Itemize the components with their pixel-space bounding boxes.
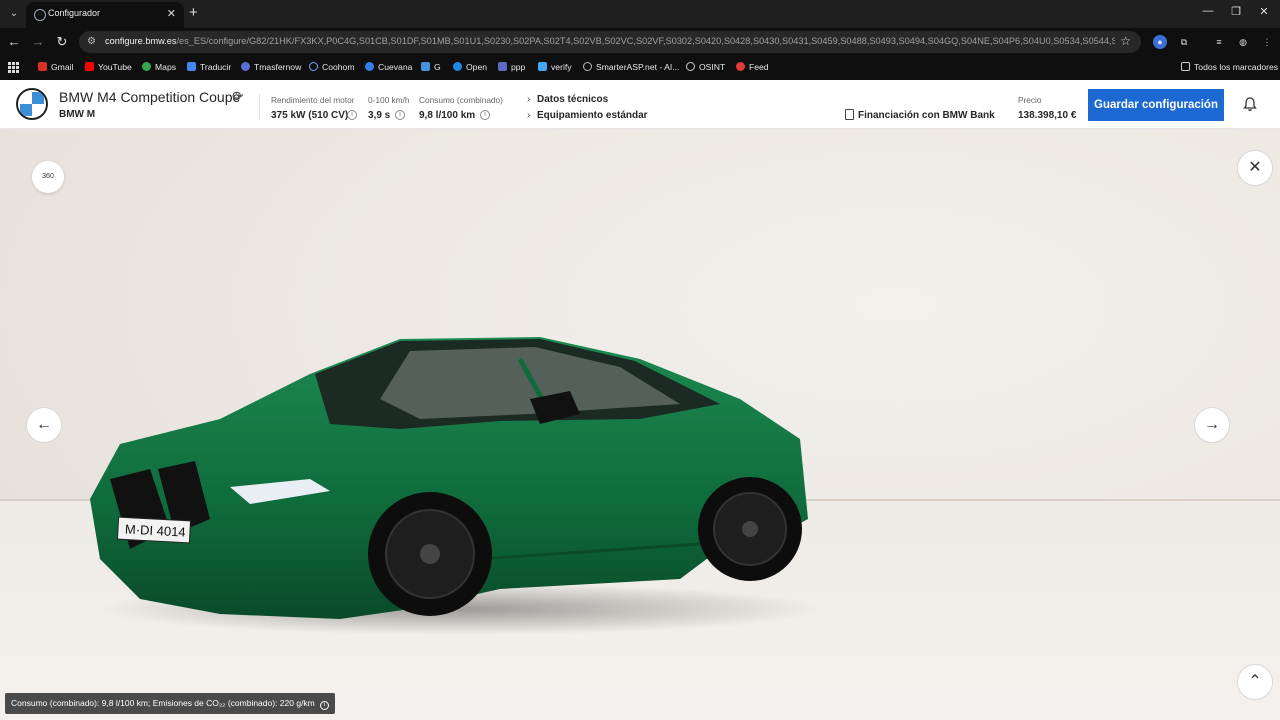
spec-consumption-value: 9,8 l/100 km	[419, 110, 476, 121]
change-model-icon[interactable]: ⟳	[232, 88, 244, 105]
bmw-logo[interactable]	[16, 88, 48, 120]
spec-accel-value: 3,9 s	[368, 110, 391, 121]
spec-power-label: Rendimiento del motor	[271, 95, 355, 105]
bookmark-maps[interactable]: Maps	[142, 62, 176, 72]
url-host: configure.bmw.es	[105, 36, 177, 46]
spec-power-value: 375 kW (510 CV)	[271, 110, 349, 121]
feed-icon	[736, 62, 745, 71]
new-tab-icon[interactable]: +	[189, 4, 198, 21]
window-close-icon[interactable]: ✕	[1256, 5, 1272, 18]
technical-data-link[interactable]: › Datos técnicos	[527, 94, 608, 105]
bookmark-ppp[interactable]: ppp	[498, 62, 525, 72]
bookmark-osint[interactable]: OSINT	[686, 62, 725, 72]
tab-title: Configurador	[48, 8, 101, 18]
forward-icon[interactable]: →	[30, 34, 46, 49]
site-info-icon[interactable]: ⚙	[87, 36, 99, 48]
financing-link[interactable]: Financiación con BMW Bank	[845, 109, 995, 121]
calculator-icon	[845, 109, 854, 120]
next-view-arrow-icon[interactable]: →	[1194, 407, 1230, 443]
open-icon	[453, 62, 462, 71]
browser-tab[interactable]: Configurador ✕	[26, 2, 184, 28]
cuevana-icon	[365, 62, 374, 71]
bookmark-star-icon[interactable]: ☆	[1120, 34, 1131, 48]
media-controls-icon[interactable]: ≡	[1212, 35, 1226, 49]
minimize-icon[interactable]: —	[1200, 5, 1216, 17]
bookmarks-bar: Gmail YouTube Maps Traducir Tmasfernow C…	[0, 56, 1280, 80]
consumption-note-info-icon[interactable]: i	[319, 701, 329, 710]
bookmark-tmasfernow[interactable]: Tmasfernow	[241, 62, 301, 72]
tmasfernow-icon	[241, 62, 250, 71]
smarterasp-icon	[583, 62, 592, 71]
previous-view-arrow-icon[interactable]: ←	[26, 407, 62, 443]
bookmark-gmail[interactable]: Gmail	[38, 62, 73, 72]
bookmark-coohom[interactable]: Coohom	[309, 62, 354, 72]
price-value: 138.398,10 €	[1018, 110, 1077, 121]
url-text: configure.bmw.es/es_ES/configure/G82/21H…	[105, 36, 1115, 46]
g-icon	[421, 62, 430, 71]
extension-icon[interactable]: ●	[1153, 35, 1167, 49]
save-configuration-button[interactable]: Guardar configuración	[1088, 89, 1224, 121]
bookmark-smarterasp[interactable]: SmarterASP.net - AI...	[583, 62, 679, 72]
notification-bell-icon[interactable]	[1242, 96, 1258, 112]
extensions-puzzle-icon[interactable]: ⧉	[1177, 35, 1191, 49]
apps-grid-icon[interactable]	[8, 62, 19, 73]
car-viewer[interactable]: 360 ✕ ← → ⌃ M·DI 4014 Consumo (combinado…	[0, 129, 1280, 720]
profile-icon[interactable]: ◍	[1236, 35, 1250, 49]
header-divider	[259, 94, 260, 120]
bookmark-traducir[interactable]: Traducir	[187, 62, 231, 72]
address-bar[interactable]: ⚙ configure.bmw.es/es_ES/configure/G82/2…	[79, 31, 1141, 53]
view-360-label: 360	[42, 173, 54, 180]
bookmark-youtube[interactable]: YouTube	[85, 62, 132, 72]
model-name: BMW M4 Competition Coupé	[59, 89, 241, 105]
accel-info-icon[interactable]: i	[395, 110, 405, 120]
view-360-button[interactable]: 360	[32, 161, 64, 193]
bookmark-feed[interactable]: Feed	[736, 62, 769, 72]
tab-search-icon[interactable]: ⌄	[6, 6, 22, 22]
standard-equipment-link[interactable]: › Equipamiento estándar	[527, 110, 648, 121]
reload-icon[interactable]: ↻	[54, 34, 70, 50]
scroll-up-icon[interactable]: ⌃	[1237, 664, 1273, 700]
menu-icon[interactable]: ⋮	[1260, 35, 1274, 49]
gmail-icon	[38, 62, 47, 71]
osint-icon	[686, 62, 695, 71]
car-image: M·DI 4014	[90, 337, 820, 635]
folder-icon	[1181, 62, 1190, 71]
youtube-icon	[85, 62, 94, 71]
license-plate: M·DI 4014	[125, 521, 186, 539]
bookmark-verify[interactable]: verify	[538, 62, 572, 72]
tab-favicon-icon	[34, 9, 46, 21]
chevron-right-icon: ›	[527, 94, 531, 105]
translate-icon	[187, 62, 196, 71]
bookmark-cuevana[interactable]: Cuevana	[365, 62, 412, 72]
tab-close-icon[interactable]: ✕	[167, 7, 176, 20]
spec-accel-label: 0-100 km/h	[368, 95, 410, 105]
ppp-icon	[498, 62, 507, 71]
power-info-icon[interactable]: i	[347, 110, 357, 120]
maps-icon	[142, 62, 151, 71]
url-path: /es_ES/configure/G82/21HK/FX3KX,P0C4G,S0…	[176, 36, 1116, 46]
consumption-note: Consumo (combinado): 9,8 l/100 km; Emisi…	[5, 693, 335, 714]
price-label: Precio	[1018, 95, 1042, 105]
all-bookmarks[interactable]: Todos los marcadores	[1181, 62, 1278, 72]
restore-icon[interactable]: ❐	[1228, 5, 1244, 18]
bookmark-g[interactable]: G	[421, 62, 441, 72]
consumption-info-icon[interactable]: i	[480, 110, 490, 120]
browser-tab-bar: ⌄ Configurador ✕ + — ❐ ✕	[0, 0, 1280, 28]
coohom-icon	[309, 62, 318, 71]
brand-line: BMW M	[59, 109, 96, 120]
configurator-header: BMW M4 Competition Coupé ⟳ BMW M Rendimi…	[0, 80, 1280, 129]
browser-toolbar: ← → ↻ ⚙ configure.bmw.es/es_ES/configure…	[0, 28, 1280, 56]
bookmark-open[interactable]: Open	[453, 62, 487, 72]
back-icon[interactable]: ←	[6, 34, 22, 49]
close-viewer-icon[interactable]: ✕	[1237, 150, 1273, 186]
chevron-right-icon: ›	[527, 110, 531, 121]
spec-consumption-label: Consumo (combinado)	[419, 95, 503, 105]
verify-icon	[538, 62, 547, 71]
